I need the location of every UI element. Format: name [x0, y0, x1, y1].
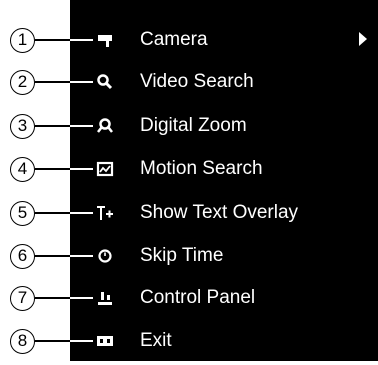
callout-number: 3 [10, 114, 35, 139]
search-icon [96, 73, 114, 91]
callout-1: 1 [0, 24, 96, 56]
menu-item-control-panel[interactable]: Control Panel [70, 278, 378, 322]
callout-number: 1 [10, 28, 35, 53]
submenu-arrow-icon [359, 32, 367, 46]
callout-line [70, 297, 93, 299]
menu-item-label: Skip Time [140, 245, 224, 266]
callout-5: 5 [0, 197, 96, 229]
context-menu: Camera Video Search Digital Zoom Motion … [70, 0, 378, 361]
callout-4: 4 [0, 153, 96, 185]
menu-item-show-text-overlay[interactable]: Show Text Overlay [70, 193, 378, 237]
menu-item-label: Video Search [140, 71, 254, 92]
callout-line [35, 297, 71, 299]
callout-line [70, 340, 93, 342]
menu-item-label: Digital Zoom [140, 115, 247, 136]
callout-line [70, 39, 93, 41]
callout-line [35, 39, 71, 41]
menu-item-video-search[interactable]: Video Search [70, 62, 378, 106]
callout-number: 8 [10, 329, 35, 354]
callout-8: 8 [0, 325, 96, 357]
callout-line [70, 168, 93, 170]
callout-line [35, 340, 71, 342]
callout-line [70, 125, 93, 127]
callout-line [35, 212, 71, 214]
zoom-icon [96, 117, 114, 135]
callout-line [70, 212, 93, 214]
menu-item-camera[interactable]: Camera [70, 20, 378, 64]
callout-2: 2 [0, 66, 96, 98]
callout-3: 3 [0, 110, 96, 142]
menu-item-motion-search[interactable]: Motion Search [70, 149, 378, 193]
menu-item-label: Show Text Overlay [140, 202, 299, 223]
callout-line [35, 168, 71, 170]
motion-search-icon [96, 160, 114, 178]
exit-icon [96, 332, 114, 350]
control-panel-icon [96, 289, 114, 307]
callout-6: 6 [0, 240, 96, 272]
menu-item-label: Control Panel [140, 287, 256, 308]
callout-number: 2 [10, 70, 35, 95]
callout-number: 5 [10, 201, 35, 226]
camera-icon [96, 31, 114, 49]
callout-line [35, 125, 71, 127]
callout-7: 7 [0, 282, 96, 314]
callout-number: 4 [10, 157, 35, 182]
callout-number: 6 [10, 244, 35, 269]
menu-item-skip-time[interactable]: Skip Time [70, 236, 378, 280]
menu-item-exit[interactable]: Exit [70, 321, 378, 365]
callout-line [70, 255, 93, 257]
callout-line [35, 81, 71, 83]
menu-item-label: Motion Search [140, 158, 263, 179]
callout-line [35, 255, 71, 257]
menu-item-label: Camera [140, 29, 208, 50]
callout-line [70, 81, 93, 83]
menu-item-label: Exit [140, 330, 172, 351]
menu-item-digital-zoom[interactable]: Digital Zoom [70, 106, 378, 150]
callout-number: 7 [10, 286, 35, 311]
text-overlay-icon [96, 204, 114, 222]
clock-icon [96, 247, 114, 265]
